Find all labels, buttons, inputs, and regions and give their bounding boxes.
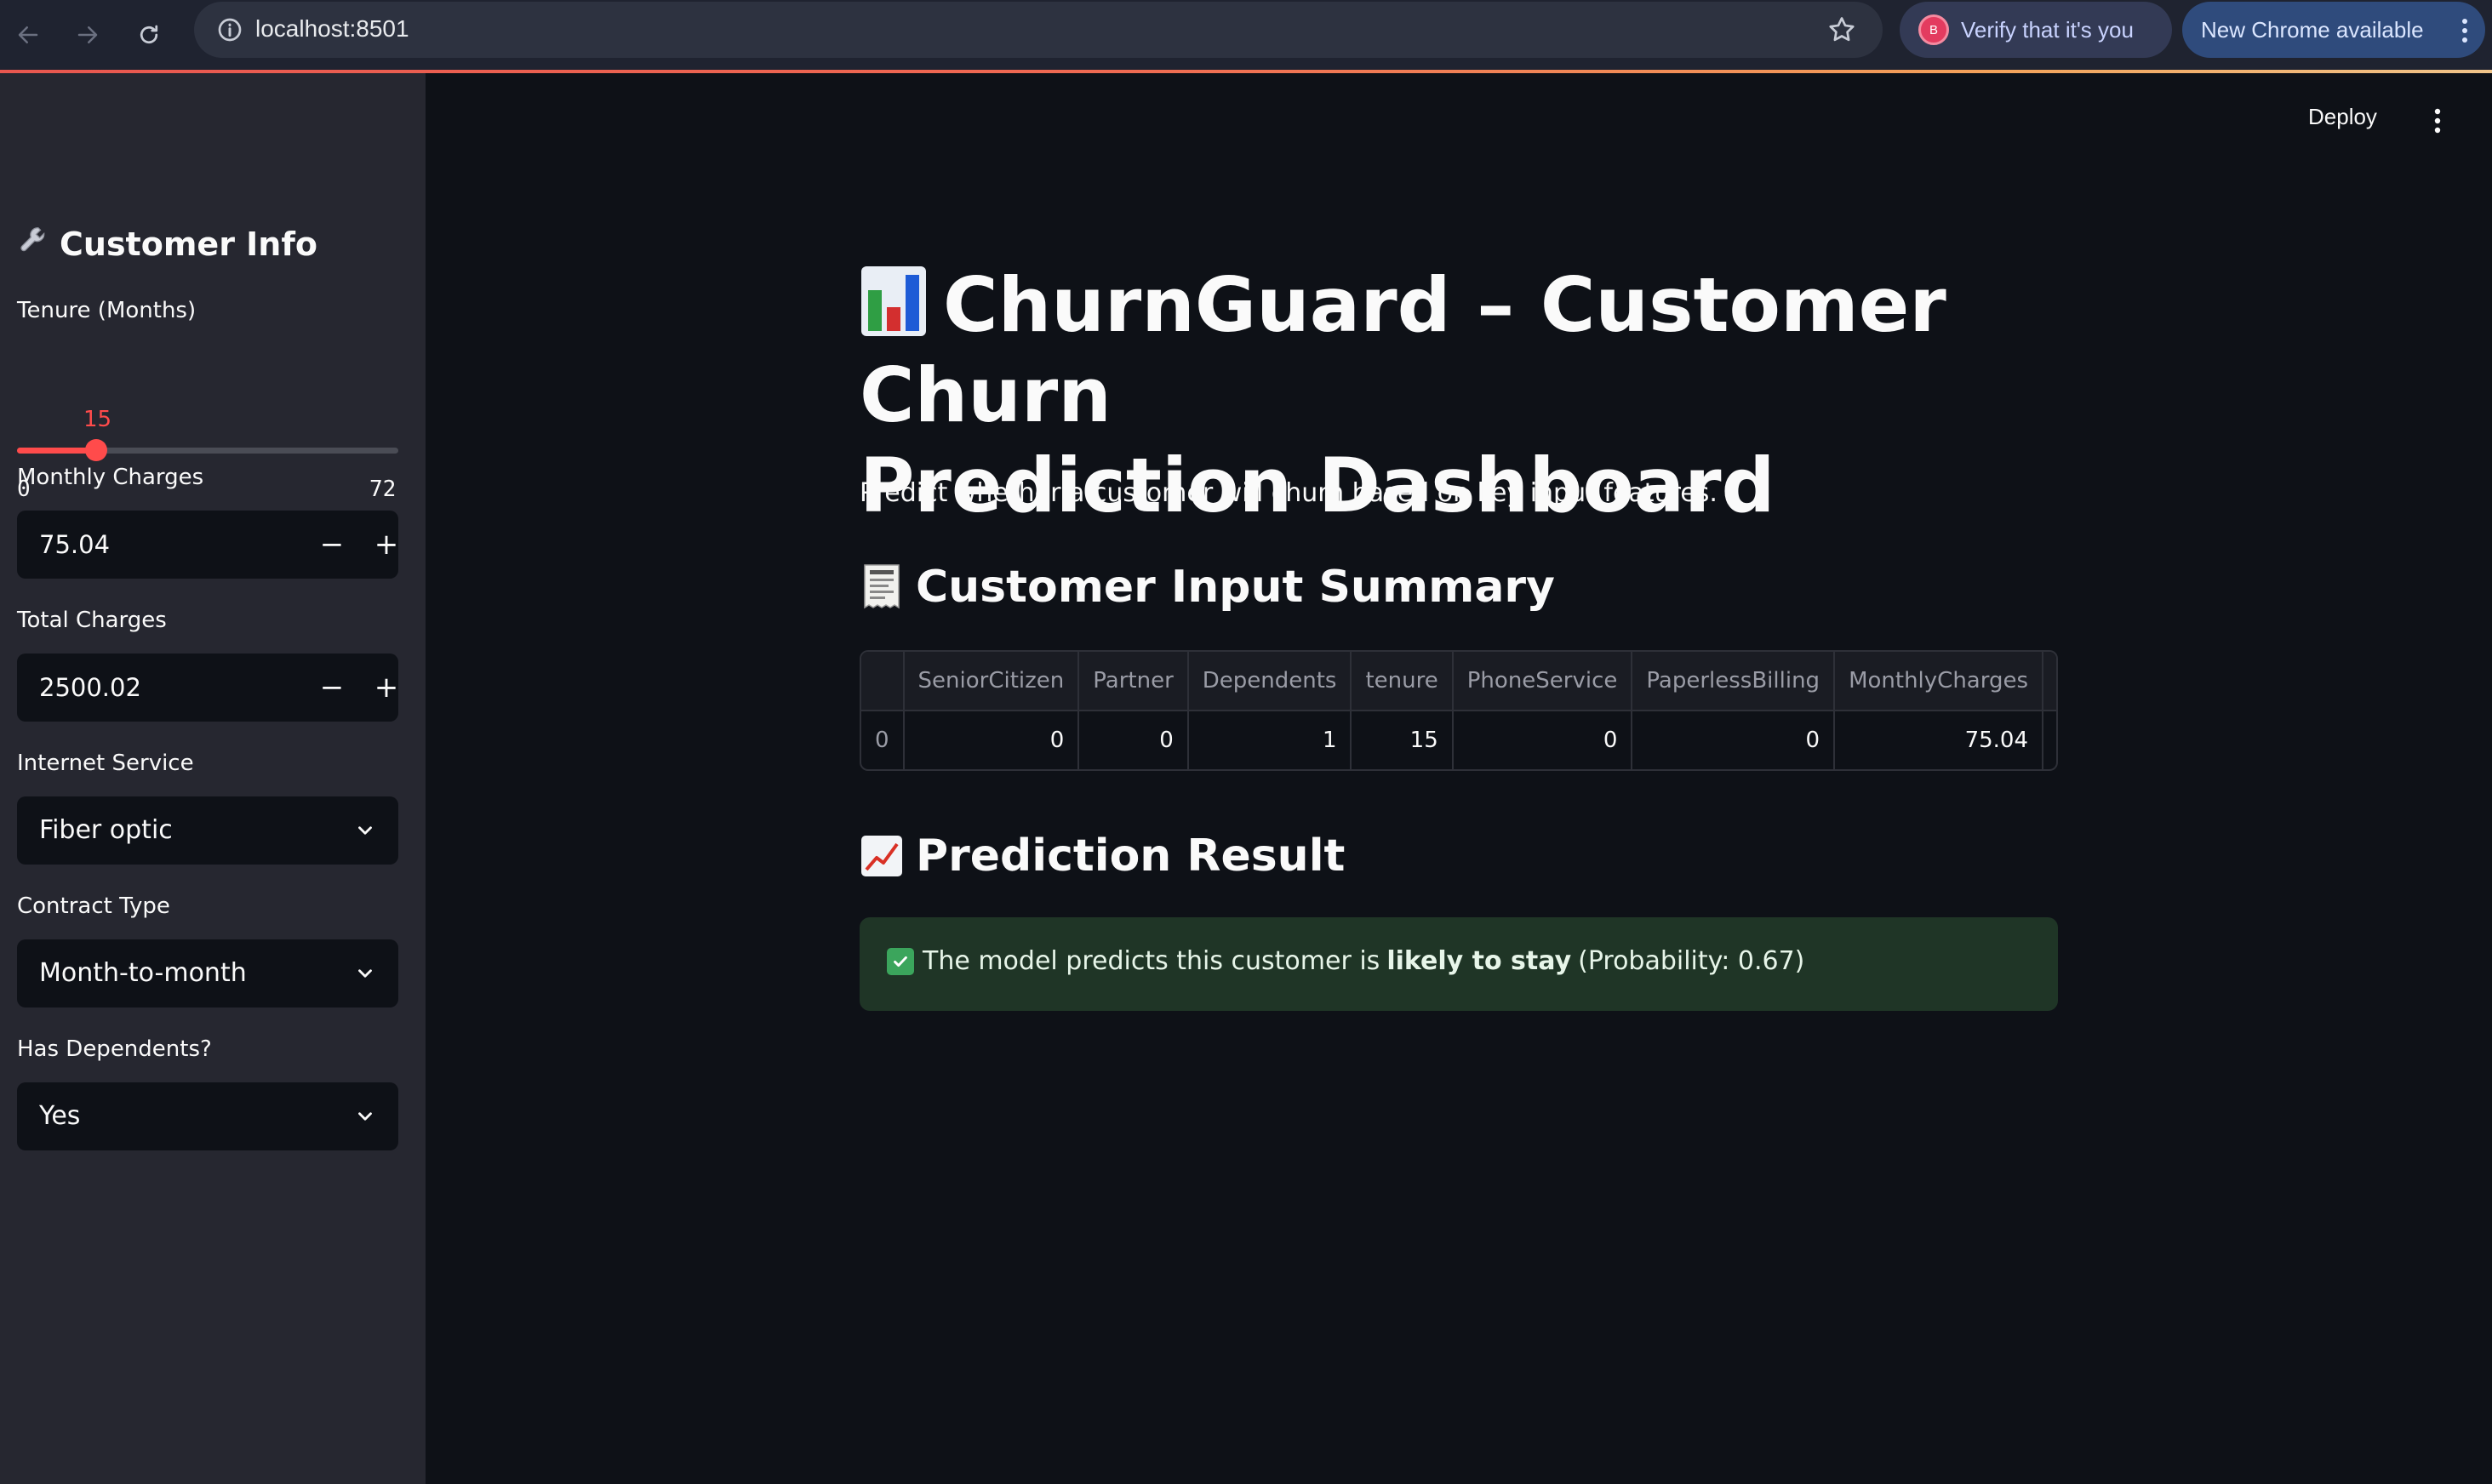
forward-icon[interactable]: [66, 14, 109, 56]
contract-type-select[interactable]: Month-to-month: [17, 939, 398, 1007]
has-dependents-value: Yes: [39, 1101, 81, 1131]
monthly-charges-input[interactable]: 75.04 − +: [17, 511, 398, 579]
tenure-value: 15: [83, 407, 112, 432]
chrome-update-button[interactable]: New Chrome available: [2182, 2, 2485, 58]
reload-icon[interactable]: [128, 14, 170, 56]
total-charges-value[interactable]: 2500.02: [39, 671, 141, 705]
table-cell[interactable]: [2043, 711, 2056, 769]
deploy-button[interactable]: Deploy: [2308, 104, 2377, 130]
verify-identity-button[interactable]: B Verify that it's you: [1900, 2, 2172, 58]
internet-service-value: Fiber optic: [39, 815, 173, 845]
tenure-label: Tenure (Months): [17, 298, 197, 323]
verify-label: Verify that it's you: [1961, 17, 2134, 43]
table-row: 0 0 0 1 15 0 0 75.04: [861, 711, 2056, 769]
check-icon: [887, 947, 914, 975]
contract-type-label: Contract Type: [17, 893, 170, 919]
tenure-slider[interactable]: [17, 439, 398, 461]
table-cell[interactable]: 0: [903, 711, 1080, 769]
table-header[interactable]: PhoneService: [1452, 652, 1633, 711]
site-info-icon[interactable]: [216, 16, 243, 43]
result-prefix: The model predicts this customer is: [923, 946, 1380, 976]
url-text: localhost:8501: [255, 15, 409, 42]
table-header[interactable]: Total: [2043, 652, 2056, 711]
monthly-charges-increment-button[interactable]: +: [359, 511, 414, 579]
page-subtitle: Predict whether a customer will churn ba…: [860, 478, 1718, 508]
summary-heading-text: Customer Input Summary: [916, 562, 1555, 613]
address-bar[interactable]: localhost:8501: [194, 2, 1883, 58]
result-emphasis: likely to stay: [1386, 946, 1572, 976]
table-cell[interactable]: 0: [1452, 711, 1633, 769]
browser-toolbar: localhost:8501 B Verify that it's you Ne…: [0, 0, 2492, 70]
monthly-charges-value[interactable]: 75.04: [39, 528, 110, 562]
has-dependents-select[interactable]: Yes: [17, 1082, 398, 1150]
total-charges-increment-button[interactable]: +: [359, 654, 414, 722]
table-header[interactable]: Partner: [1078, 652, 1189, 711]
result-heading: Prediction Result: [860, 830, 1345, 882]
trend-up-icon: [860, 832, 904, 880]
tenure-max: 72: [369, 477, 397, 502]
table-cell[interactable]: 0: [1078, 711, 1189, 769]
total-charges-label: Total Charges: [17, 608, 167, 633]
main-menu-icon[interactable]: [2431, 106, 2444, 136]
table-cell[interactable]: 15: [1351, 711, 1454, 769]
page-title-line1: ChurnGuard – Customer Churn: [860, 261, 1946, 439]
summary-heading: Customer Input Summary: [860, 562, 1555, 613]
wrench-icon: [17, 223, 51, 265]
chevron-down-icon: [354, 1105, 376, 1127]
chevron-down-icon: [354, 962, 376, 985]
result-suffix: (Probability: 0.67): [1578, 946, 1805, 976]
table-cell-index: 0: [861, 711, 905, 769]
table-header[interactable]: PaperlessBilling: [1632, 652, 1836, 711]
total-charges-decrement-button[interactable]: −: [305, 654, 359, 722]
table-header[interactable]: MonthlyCharges: [1834, 652, 2044, 711]
internet-service-label: Internet Service: [17, 751, 194, 776]
table-header[interactable]: tenure: [1351, 652, 1454, 711]
chrome-update-label: New Chrome available: [2201, 17, 2424, 43]
input-summary-table[interactable]: SeniorCitizen Partner Dependents tenure …: [860, 650, 2058, 771]
receipt-icon: [860, 563, 904, 611]
chrome-menu-icon[interactable]: [2460, 16, 2470, 45]
tenure-slider-thumb[interactable]: [85, 439, 108, 461]
tenure-slider-fill: [17, 448, 97, 454]
has-dependents-label: Has Dependents?: [17, 1036, 212, 1062]
sidebar-title: Customer Info: [17, 223, 317, 265]
bar-chart-icon: [860, 265, 928, 338]
monthly-charges-decrement-button[interactable]: −: [305, 511, 359, 579]
monthly-charges-label: Monthly Charges: [17, 465, 204, 490]
internet-service-select[interactable]: Fiber optic: [17, 796, 398, 865]
table-header-index: [861, 652, 905, 711]
contract-type-value: Month-to-month: [39, 958, 247, 988]
profile-avatar: B: [1918, 14, 1949, 45]
prediction-result-alert: The model predicts this customer is like…: [860, 917, 2058, 1011]
table-cell[interactable]: 75.04: [1834, 711, 2044, 769]
result-heading-text: Prediction Result: [916, 830, 1346, 882]
sidebar-title-text: Customer Info: [60, 225, 317, 263]
back-icon[interactable]: [7, 14, 49, 56]
total-charges-input[interactable]: 2500.02 − +: [17, 654, 398, 722]
sidebar: Customer Info Tenure (Months) 15 0 72 Mo…: [0, 73, 426, 1484]
table-header[interactable]: Dependents: [1187, 652, 1352, 711]
table-cell[interactable]: 0: [1632, 711, 1836, 769]
prediction-result-text: The model predicts this customer is like…: [887, 946, 1804, 976]
chevron-down-icon: [354, 819, 376, 842]
table-cell[interactable]: 1: [1187, 711, 1352, 769]
table-header[interactable]: SeniorCitizen: [903, 652, 1080, 711]
bookmark-star-icon[interactable]: [1826, 14, 1857, 45]
